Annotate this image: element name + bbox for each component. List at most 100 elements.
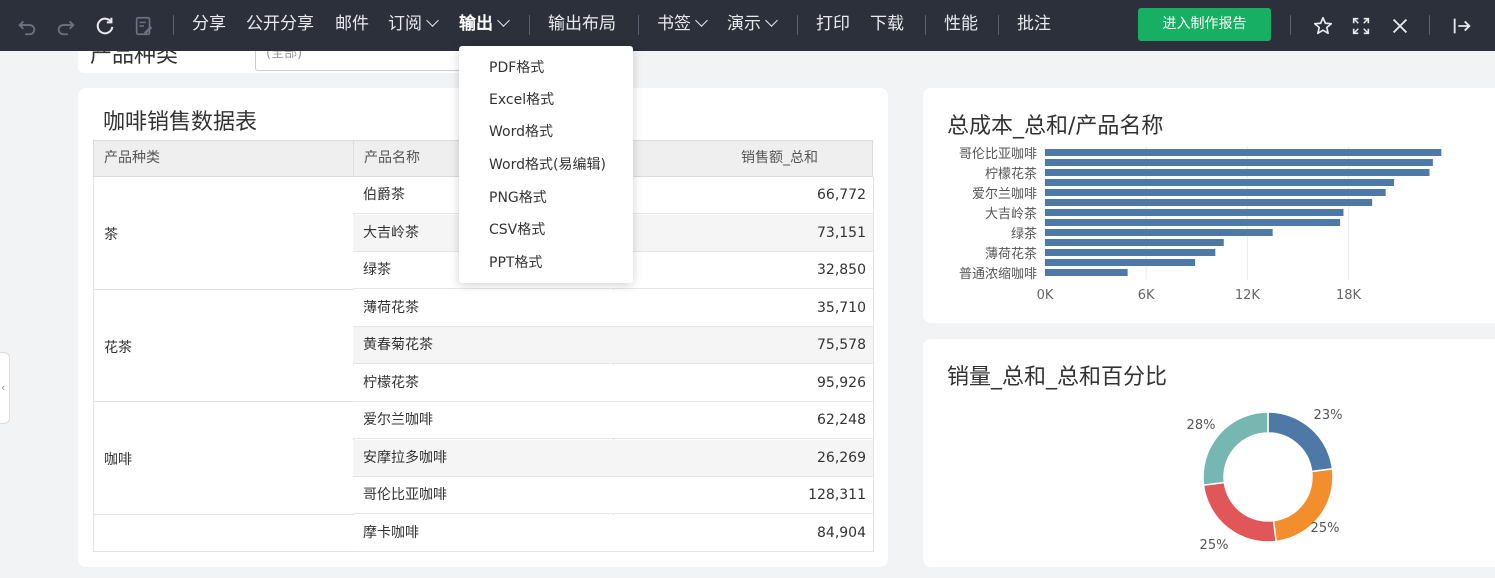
header-category[interactable]: 产品种类 (94, 141, 354, 176)
table-row[interactable]: 薄荷花茶 35,710 (353, 289, 873, 327)
x-tick-label: 6K (1138, 288, 1155, 303)
bar[interactable] (1045, 249, 1216, 256)
category-cell: 咖啡 (104, 452, 132, 469)
toolbar-download[interactable]: 下载 (870, 0, 904, 51)
enter-report-edit-button[interactable]: 进入制作报告 (1138, 8, 1271, 41)
toolbar-present-label: 演示 (727, 14, 761, 34)
sales-value-cell: 128,311 (808, 487, 866, 503)
y-category-label: 普通浓缩咖啡 (959, 266, 1037, 282)
bar[interactable] (1045, 209, 1344, 216)
bar[interactable] (1045, 219, 1341, 226)
bar[interactable] (1045, 179, 1395, 186)
export-word-item[interactable]: Word格式 (489, 122, 553, 142)
refresh-icon[interactable] (92, 13, 118, 39)
chevron-down-icon (765, 14, 778, 27)
sales-donut-chart-card: 销量_总和_总和百分比 23% 25% 25% 28% (923, 339, 1495, 567)
toolbar-share[interactable]: 分享 (192, 0, 226, 51)
export-png-item[interactable]: PNG格式 (489, 188, 547, 208)
slice-percent-label: 28% (1187, 418, 1216, 433)
table-row[interactable]: 黄春菊花茶 75,578 (353, 327, 873, 364)
filter-label: 产品种类 (90, 51, 179, 68)
toolbar-present[interactable]: 演示 (727, 0, 778, 51)
bar[interactable] (1045, 259, 1196, 266)
sidebar-toggle[interactable]: ‹ (0, 352, 10, 424)
x-tick-label: 12K (1235, 288, 1261, 303)
y-category-label: 大吉岭茶 (985, 206, 1037, 222)
group-divider (93, 401, 353, 402)
product-name-cell: 爱尔兰咖啡 (363, 412, 433, 428)
group-divider (93, 551, 353, 552)
bar-chart: 0K 6K 12K 18K 哥伦比亚咖啡柠檬花茶爱尔兰咖啡大吉岭茶绿茶薄荷花茶普通浓缩咖… (959, 146, 1442, 303)
toolbar-bookmark[interactable]: 书签 (657, 0, 708, 51)
edit-report-icon[interactable] (131, 13, 157, 39)
x-tick-label: 18K (1336, 288, 1362, 303)
toolbar-performance[interactable]: 性能 (944, 0, 978, 51)
export-ppt-item[interactable]: PPT格式 (489, 253, 542, 273)
export-dropdown-menu: PDF格式 Excel格式 Word格式 Word格式(易编辑) PNG格式 C… (459, 46, 633, 283)
toolbar-divider (1429, 15, 1430, 35)
export-pdf-item[interactable]: PDF格式 (489, 58, 544, 78)
sales-value-cell: 66,772 (817, 187, 866, 203)
sales-value-cell: 84,904 (817, 524, 866, 541)
slice-percent-label: 25% (1200, 538, 1229, 553)
product-name-cell: 哥伦比亚咖啡 (363, 487, 447, 503)
sales-value-cell: 95,926 (817, 374, 866, 391)
close-icon[interactable] (1387, 13, 1413, 39)
product-name-cell: 柠檬花茶 (363, 374, 419, 391)
bar[interactable] (1045, 149, 1442, 156)
undo-icon[interactable] (14, 13, 40, 39)
star-icon[interactable] (1310, 13, 1336, 39)
exit-icon[interactable] (1449, 13, 1475, 39)
y-category-label: 薄荷花茶 (985, 246, 1037, 262)
toolbar-annotate[interactable]: 批注 (1017, 0, 1051, 51)
toolbar-public-share[interactable]: 公开分享 (246, 0, 314, 51)
toolbar-divider (173, 15, 174, 35)
chevron-down-icon (426, 14, 439, 27)
chevron-left-icon: ‹ (1, 381, 6, 394)
toolbar-divider (1290, 15, 1291, 35)
export-excel-item[interactable]: Excel格式 (489, 90, 554, 110)
toolbar-export-layout[interactable]: 输出布局 (548, 0, 616, 51)
bar[interactable] (1045, 189, 1386, 196)
slice-percent-label: 25% (1311, 521, 1340, 536)
export-word-editable-item[interactable]: Word格式(易编辑) (489, 155, 606, 175)
sales-table-title: 咖啡销售数据表 (103, 110, 258, 135)
group-divider (93, 513, 353, 515)
bar[interactable] (1045, 199, 1373, 206)
table-row[interactable]: 摩卡咖啡 84,904 (353, 514, 873, 552)
toolbar-divider (925, 15, 926, 35)
table-row[interactable]: 安摩拉多咖啡 26,269 (353, 439, 873, 477)
bar[interactable] (1045, 269, 1128, 276)
bar[interactable] (1045, 159, 1433, 166)
toolbar-print[interactable]: 打印 (816, 0, 850, 51)
table-row[interactable]: 哥伦比亚咖啡 128,311 (353, 477, 873, 514)
toolbar-subscribe[interactable]: 订阅 (388, 0, 439, 51)
export-csv-item[interactable]: CSV格式 (489, 220, 545, 240)
donut-slice[interactable] (1202, 481, 1277, 543)
cost-bar-chart-card: 总成本_总和/产品名称 0K 6K 12K 18K 哥伦比亚咖啡 柠檬花茶 爱尔兰咖啡 大吉岭… (923, 88, 1495, 323)
donut-chart: 23% 25% 25% 28% (1187, 408, 1343, 553)
bar[interactable] (1045, 239, 1224, 246)
category-filter-select[interactable]: (全部) (255, 51, 485, 71)
toolbar-subscribe-label: 订阅 (388, 14, 422, 34)
sales-value-cell: 32,850 (817, 262, 866, 278)
toolbar-bookmark-label: 书签 (657, 14, 691, 34)
table-column-divider (93, 177, 94, 552)
group-divider (93, 288, 353, 290)
top-toolbar: 分享 公开分享 邮件 订阅 输出 输出布局 书签 演示 打印 下载 性能 批注 … (0, 0, 1495, 51)
redo-icon[interactable] (53, 13, 79, 39)
toolbar-email[interactable]: 邮件 (335, 0, 369, 51)
sales-value-cell: 75,578 (817, 337, 866, 353)
bar[interactable] (1045, 169, 1430, 176)
bar[interactable] (1045, 229, 1273, 236)
header-sales[interactable]: 销售额_总和 (614, 141, 874, 176)
y-category-label: 哥伦比亚咖啡 (959, 147, 1037, 162)
table-row[interactable]: 爱尔兰咖啡 62,248 (353, 402, 873, 439)
product-name-cell: 黄春菊花茶 (363, 337, 433, 353)
table-row[interactable]: 柠檬花茶 95,926 (353, 364, 873, 402)
table-column-divider (873, 177, 874, 552)
y-category-label: 绿茶 (1011, 226, 1037, 242)
fullscreen-icon[interactable] (1348, 13, 1374, 39)
toolbar-divider (638, 15, 639, 35)
toolbar-export[interactable]: 输出 (459, 0, 510, 51)
